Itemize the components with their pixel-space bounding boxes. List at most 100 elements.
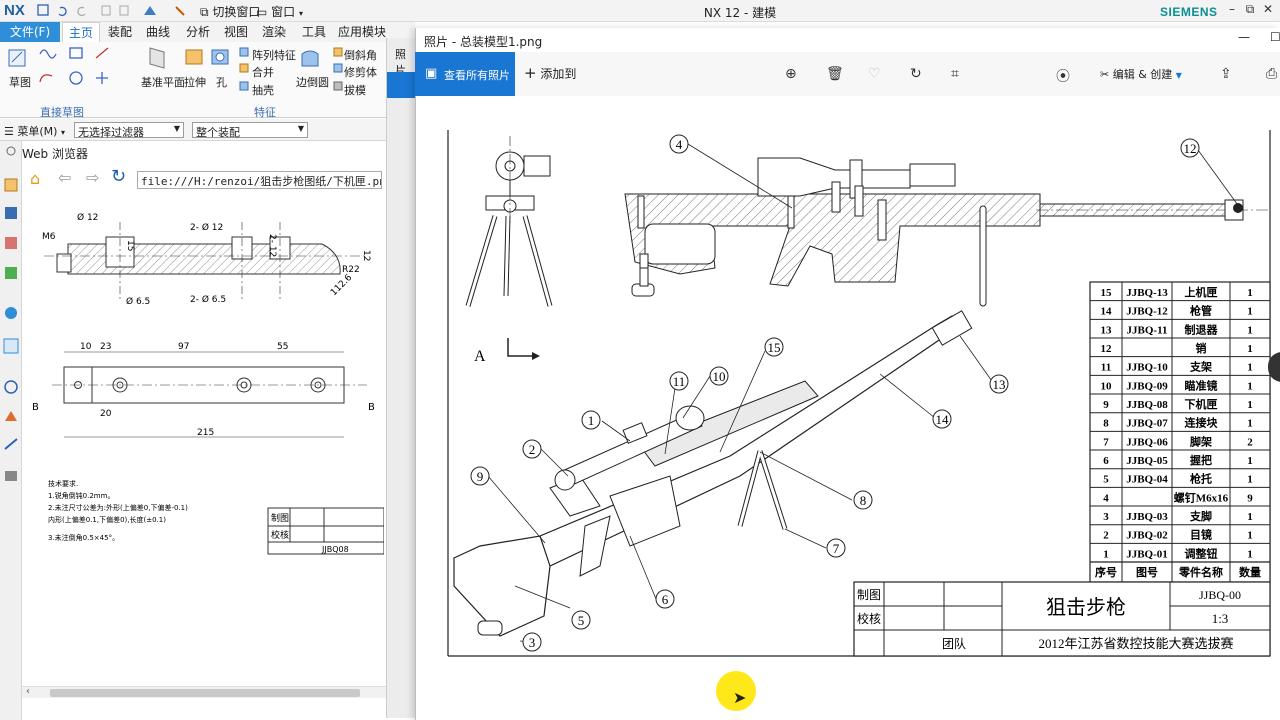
balloon-2: 2 xyxy=(522,439,542,459)
note-line: 3.未注倒角0.5×45°。 xyxy=(48,533,119,542)
part-navigator-icon[interactable] xyxy=(5,237,17,249)
edge-blend-button[interactable]: 边倒圆 xyxy=(296,74,329,90)
bom-cell-seq: 14 xyxy=(1101,306,1113,318)
circle-icon[interactable] xyxy=(69,71,83,85)
bom-cell-code: JJBQ-04 xyxy=(1126,474,1168,486)
bom-table: 15 JJBQ-13 上机匣 114 JJBQ-12 枪管 113 JJBQ-11 制退器 112… xyxy=(1089,281,1271,583)
web-page-content: Ø 12 2- Ø 12 15 2- 12 12 M6 Ø 6.5 2- Ø 6… xyxy=(22,192,384,687)
heart-icon[interactable]: ♡ xyxy=(868,66,881,82)
chamfer-button[interactable]: 倒斜角 xyxy=(344,47,377,63)
constraint-navigator-icon[interactable] xyxy=(5,207,17,219)
section-label: B xyxy=(32,402,39,413)
chevron-down-icon: ▾ xyxy=(60,128,65,137)
tab-assembly[interactable]: 装配 xyxy=(104,22,136,42)
rotate-icon[interactable]: ↻ xyxy=(910,66,922,82)
bom-header-name: 零件名称 xyxy=(1178,565,1223,579)
scrollbar-thumb[interactable] xyxy=(50,689,360,697)
background-window-toolbar xyxy=(387,72,417,98)
chamfer-icon[interactable] xyxy=(333,47,343,57)
add-to-button[interactable]: + 添加到 xyxy=(524,64,576,82)
horizontal-scrollbar[interactable]: ‹ xyxy=(22,686,386,698)
pattern-feature-button[interactable]: 阵列特征 xyxy=(252,47,296,63)
pattern-feature-icon[interactable] xyxy=(239,47,249,57)
unite-icon[interactable] xyxy=(239,63,249,73)
restore-icon[interactable]: ⧉ xyxy=(1240,2,1260,17)
bom-cell-name: 枪托 xyxy=(1190,472,1212,486)
rectangle-icon[interactable] xyxy=(69,47,83,59)
refresh-icon[interactable]: ↻ xyxy=(111,166,126,187)
hd3d-tools-icon[interactable] xyxy=(5,307,17,319)
tab-analysis[interactable]: 分析 xyxy=(182,22,214,42)
bom-cell-name: 支架 xyxy=(1189,360,1212,374)
scope-dropdown[interactable]: 整个装配 ▼ xyxy=(192,122,308,139)
datum-plane-button[interactable]: 基准平面 xyxy=(141,74,185,90)
minimize-icon[interactable]: – xyxy=(1222,2,1242,16)
menu-button[interactable]: ☰ 菜单(M) ▾ xyxy=(4,123,65,139)
reuse-library-icon[interactable] xyxy=(5,267,17,279)
extrude-button[interactable]: 拉伸 xyxy=(184,74,206,90)
web-browser-icon[interactable] xyxy=(3,338,19,354)
address-input[interactable]: file:///H:/renzoi/狙击步枪图纸/下机匣.png xyxy=(137,171,382,189)
tab-file[interactable]: 文件(F) xyxy=(0,22,60,42)
hole-button[interactable]: 孔 xyxy=(216,74,227,90)
title-block-name: 狙击步枪 xyxy=(1046,596,1126,619)
selection-filter-dropdown[interactable]: 无选择过滤器 ▼ xyxy=(74,122,184,139)
roles-icon[interactable] xyxy=(5,471,17,481)
profile-icon[interactable] xyxy=(39,49,57,59)
crop-icon[interactable]: ⌗ xyxy=(951,66,959,82)
trim-body-button[interactable]: 修剪体 xyxy=(344,64,377,80)
tab-view[interactable]: 视图 xyxy=(220,22,252,42)
assembly-navigator-icon[interactable] xyxy=(4,178,18,192)
extrude-icon[interactable] xyxy=(185,49,203,65)
balloon-3: 3 xyxy=(522,632,542,652)
bom-cell-qty: 1 xyxy=(1247,399,1253,411)
balloon-10: 10 xyxy=(709,366,729,386)
forward-arrow-icon[interactable]: ⇨ xyxy=(86,168,99,187)
back-arrow-icon[interactable]: ⇦ xyxy=(58,168,71,187)
tab-render[interactable]: 渲染 xyxy=(258,22,290,42)
process-studio-icon[interactable] xyxy=(5,411,17,421)
unite-button[interactable]: 合并 xyxy=(252,64,274,80)
bom-cell-code: JJBQ-10 xyxy=(1126,362,1168,374)
shell-button[interactable]: 抽壳 xyxy=(252,82,274,98)
point-icon[interactable] xyxy=(96,72,108,84)
title-block-check: 校核 xyxy=(857,611,881,626)
print-icon[interactable]: ⎙ xyxy=(1266,66,1277,82)
gear-icon[interactable] xyxy=(6,146,16,156)
share-icon[interactable]: ⇪ xyxy=(1220,66,1232,82)
view-all-photos-button[interactable]: ▣ 查看所有照片 xyxy=(415,52,515,96)
svg-text:10: 10 xyxy=(713,369,726,384)
restore-icon[interactable]: ☐ xyxy=(1270,30,1280,44)
note-line: 内形(上偏差0.1,下偏差0),长度(±0.1) xyxy=(48,515,166,524)
svg-text:12: 12 xyxy=(1184,141,1197,156)
edit-create-button[interactable]: ✂ 编辑 & 创建 ▼ xyxy=(1100,66,1182,82)
balloon-15: 15 xyxy=(764,337,784,357)
tab-tools[interactable]: 工具 xyxy=(298,22,330,42)
tab-home[interactable]: 主页 xyxy=(62,22,100,42)
sketch-icon[interactable] xyxy=(8,49,26,67)
arc-icon[interactable] xyxy=(39,74,53,83)
delete-icon[interactable]: 🗑 xyxy=(826,66,844,82)
shell-icon[interactable] xyxy=(239,81,249,91)
zoom-in-icon[interactable]: ⊕ xyxy=(785,66,797,82)
bom-cell-name: 下机匣 xyxy=(1185,397,1218,411)
draft-button[interactable]: 拔模 xyxy=(344,82,366,98)
balloon-5: 5 xyxy=(571,610,591,630)
scroll-left-icon[interactable]: ‹ xyxy=(26,686,30,697)
edge-blend-icon[interactable] xyxy=(301,50,319,67)
close-icon[interactable]: ✕ xyxy=(1258,2,1278,16)
history-icon[interactable] xyxy=(4,380,18,394)
dim-text: 23 xyxy=(100,342,111,352)
manufacturing-wizard-icon[interactable] xyxy=(4,438,18,450)
sketch-button[interactable]: 草图 xyxy=(9,74,31,90)
trim-body-icon[interactable] xyxy=(333,63,343,73)
home-icon[interactable]: ⌂ xyxy=(30,169,40,188)
title-block: 制图 校核 团队 狙击步枪 JJBQ-00 1:3 2012年江苏省数控技能大赛… xyxy=(853,581,1271,657)
line-icon[interactable] xyxy=(95,47,109,59)
visual-search-icon[interactable]: ⦿ xyxy=(1056,66,1070,86)
datum-plane-icon[interactable] xyxy=(149,47,165,69)
tab-curve[interactable]: 曲线 xyxy=(142,22,174,42)
draft-icon[interactable] xyxy=(333,81,343,91)
minimize-icon[interactable]: — xyxy=(1238,30,1250,44)
tab-application[interactable]: 应用模块 xyxy=(336,22,388,42)
